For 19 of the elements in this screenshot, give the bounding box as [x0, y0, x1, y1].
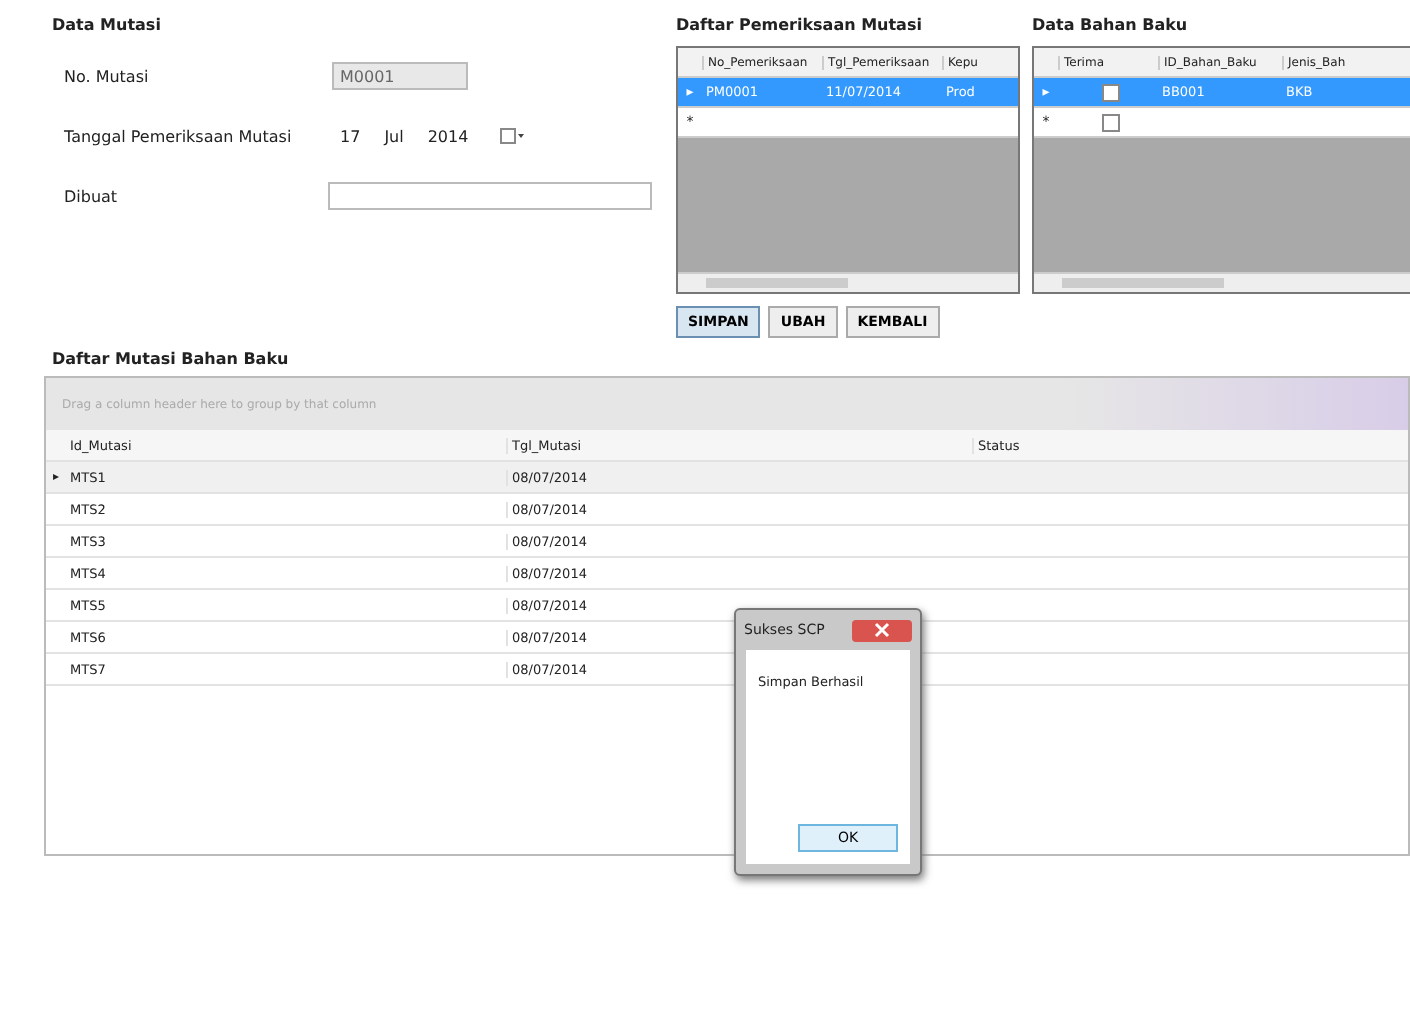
date-day: 17 [340, 127, 361, 145]
grid-title: Daftar Pemeriksaan Mutasi [676, 16, 924, 38]
grid-title: Data Bahan Baku [1032, 16, 1190, 38]
checkbox[interactable] [1101, 113, 1119, 131]
input-field[interactable] [327, 182, 652, 210]
field-label: No. Mutasi [62, 67, 151, 85]
calendar-dropdown-icon[interactable] [500, 126, 525, 146]
close-icon [874, 622, 890, 638]
checkbox[interactable] [1101, 83, 1119, 101]
date-year: 2014 [427, 127, 469, 145]
field-label: Tanggal Pemeriksaan Mutasi [62, 127, 294, 145]
section-title: Daftar Mutasi Bahan Baku [50, 348, 291, 372]
horizontal-scrollbar[interactable] [1034, 272, 1410, 292]
field-label: Dibuat [62, 187, 120, 205]
close-button[interactable] [852, 619, 912, 641]
date-month: Jul [384, 127, 404, 145]
date-picker[interactable]: 17 Jul 2014 [332, 122, 525, 150]
horizontal-scrollbar[interactable] [678, 272, 1018, 292]
group-title: Data Mutasi [52, 16, 163, 38]
